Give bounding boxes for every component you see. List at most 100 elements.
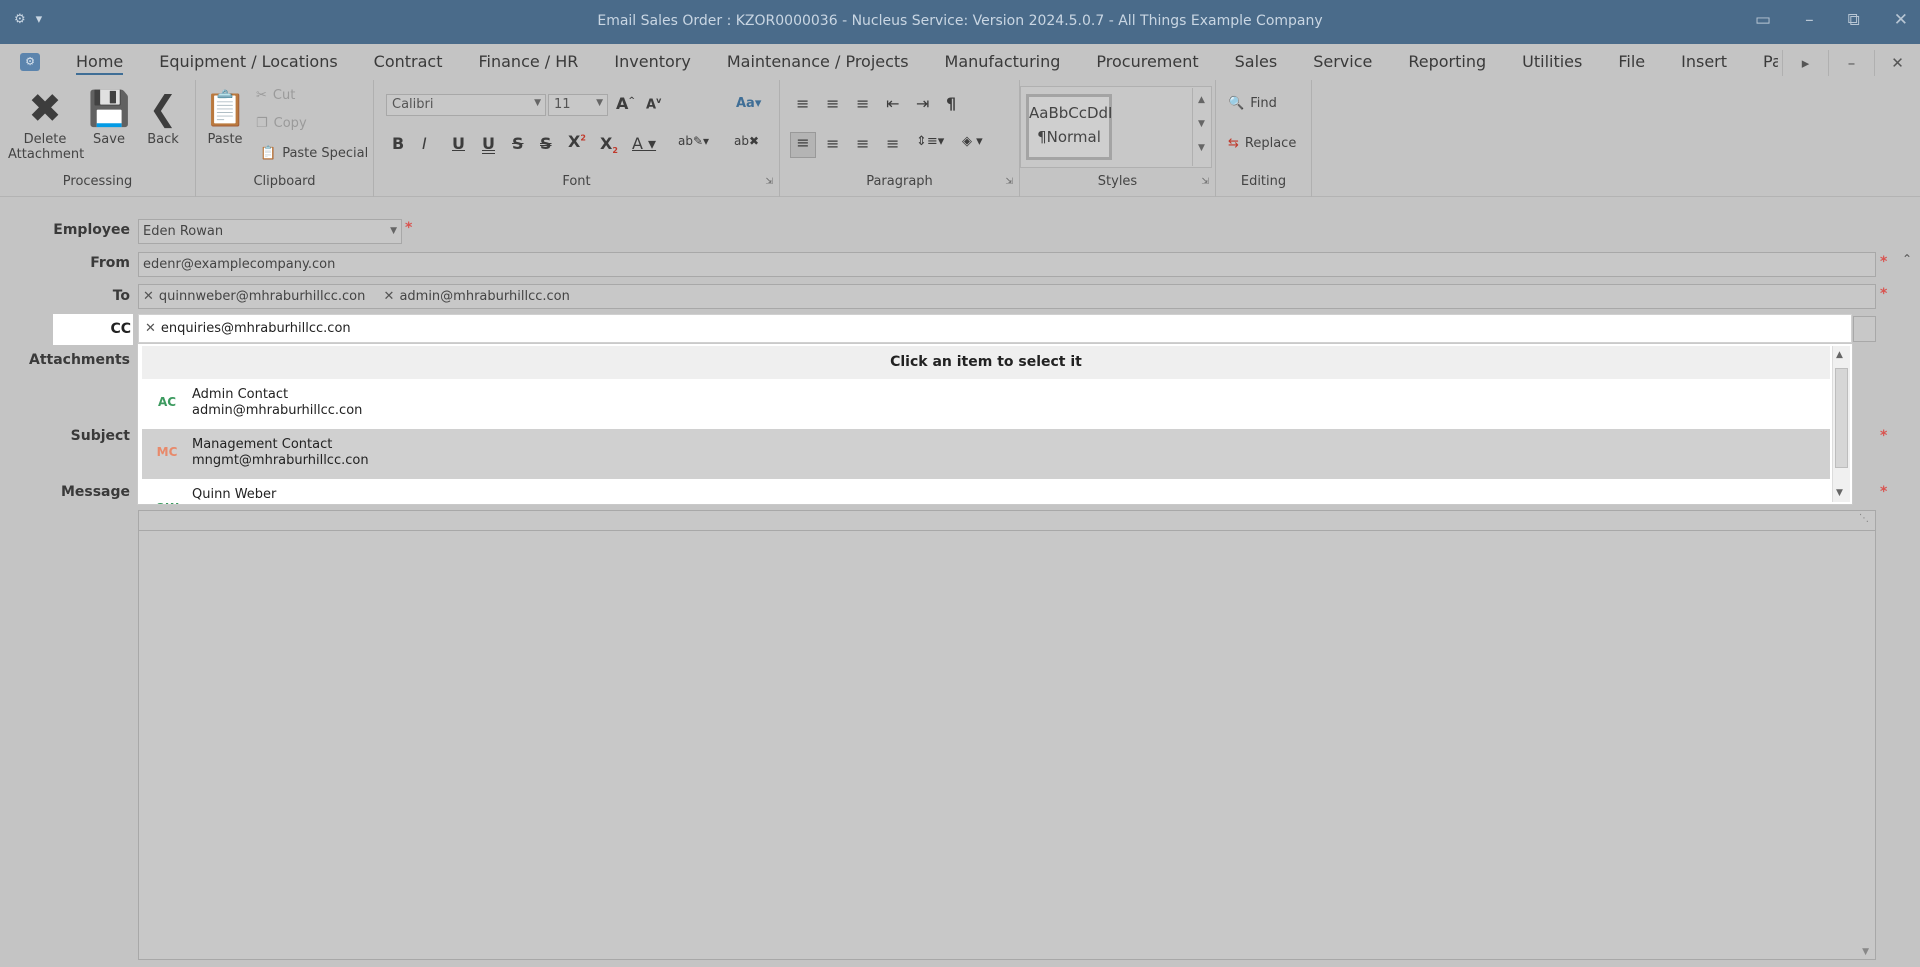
remove-icon[interactable]: ✕: [384, 289, 395, 304]
remove-icon[interactable]: ✕: [143, 289, 154, 304]
style-normal[interactable]: AaBbCcDdI ¶Normal: [1026, 94, 1112, 160]
find-button[interactable]: 🔍 Find: [1228, 96, 1277, 111]
back-label: Back: [147, 132, 179, 147]
cc-field[interactable]: ✕ enquiries@mhraburhillcc.con: [138, 314, 1852, 343]
align-left-icon[interactable]: ≡: [790, 132, 816, 158]
tab-home[interactable]: Home: [76, 52, 124, 75]
font-family-select[interactable]: Calibri ▼: [386, 94, 546, 116]
change-case-icon[interactable]: Aa▾: [736, 96, 761, 111]
scroll-down-icon[interactable]: ▼: [1836, 488, 1843, 498]
pilcrow-icon[interactable]: ¶: [946, 94, 956, 113]
paste-special-button[interactable]: 📋 Paste Special: [260, 146, 368, 161]
tab-insert[interactable]: Insert: [1681, 52, 1727, 75]
required-marker: *: [1880, 428, 1888, 444]
bullets-icon[interactable]: ≡: [796, 94, 809, 113]
cc-label: CC: [110, 321, 131, 337]
tab-maintenance-projects[interactable]: Maintenance / Projects: [727, 52, 909, 75]
to-label: To: [112, 288, 130, 304]
delete-attachment-button[interactable]: ✖ Delete Attachment: [8, 86, 84, 162]
tab-equipment-locations[interactable]: Equipment / Locations: [159, 52, 337, 75]
message-editor[interactable]: ⋱ ▼: [138, 510, 1876, 960]
align-center-icon[interactable]: ≡: [826, 134, 839, 153]
employee-select[interactable]: Eden Rowan ▼: [138, 219, 402, 244]
from-value: edenr@examplecompany.con: [143, 257, 336, 272]
scrollbar-thumb[interactable]: [1835, 368, 1848, 468]
tab-reporting[interactable]: Reporting: [1408, 52, 1486, 75]
recipient-token[interactable]: ✕ enquiries@mhraburhillcc.con: [145, 321, 351, 336]
group-paragraph: ≡ ≡ ≡ ⇤ ⇥ ¶ ≡ ≡ ≡ ≡ ⇕≡▾ ◈ ▾ ⇲ Paragraph: [780, 80, 1020, 197]
double-strikethrough-icon[interactable]: S: [540, 134, 552, 153]
collapse-ribbon-icon[interactable]: ⌃: [1902, 252, 1912, 266]
italic-icon[interactable]: I: [422, 134, 427, 153]
list-item[interactable]: AC Admin Contact admin@mhraburhillcc.con: [142, 379, 1830, 429]
cut-button[interactable]: ✂ Cut: [256, 88, 295, 103]
tab-page-layout[interactable]: Page Layout: [1763, 52, 1778, 75]
scroll-tabs-right-icon[interactable]: ▸: [1782, 50, 1828, 76]
strikethrough-icon[interactable]: S: [512, 134, 524, 153]
list-item[interactable]: QW Quinn Weber: [142, 479, 1830, 504]
font-color-icon[interactable]: A ▾: [632, 134, 656, 153]
clear-format-icon[interactable]: ab✖: [734, 134, 759, 148]
resize-grip-icon[interactable]: ⋱: [1859, 513, 1869, 524]
ribbon-close-button[interactable]: ✕: [1874, 50, 1920, 76]
remove-icon[interactable]: ✕: [145, 321, 156, 336]
double-underline-icon[interactable]: U: [482, 134, 495, 153]
app-menu-icon[interactable]: ⚙: [20, 53, 40, 71]
copy-button[interactable]: ❐ Copy: [256, 116, 307, 131]
chevron-down-icon: ▼: [534, 98, 541, 108]
tab-manufacturing[interactable]: Manufacturing: [945, 52, 1061, 75]
group-label-font: Font: [562, 174, 591, 189]
styles-scroll[interactable]: ▲ ▼ ▼: [1192, 88, 1210, 166]
recipient-token[interactable]: ✕ quinnweber@mhraburhillcc.con: [143, 289, 365, 304]
font-size-select[interactable]: 11 ▼: [548, 94, 608, 116]
scroll-up-icon[interactable]: ▲: [1836, 350, 1843, 360]
close-button[interactable]: ✕: [1894, 10, 1908, 30]
tab-procurement[interactable]: Procurement: [1096, 52, 1198, 75]
message-label: Message: [60, 484, 130, 500]
to-field[interactable]: ✕ quinnweber@mhraburhillcc.con ✕ admin@mhr…: [138, 284, 1876, 309]
recipient-token[interactable]: ✕ admin@mhraburhillcc.con: [384, 289, 570, 304]
required-marker: *: [405, 220, 413, 236]
highlight-icon[interactable]: ab✎▾: [678, 134, 709, 148]
maximize-button[interactable]: ⧉: [1848, 10, 1860, 30]
scroll-down-icon[interactable]: ▼: [1862, 947, 1869, 957]
save-button[interactable]: 💾 Save: [88, 86, 130, 147]
tab-contract[interactable]: Contract: [374, 52, 443, 75]
tab-utilities[interactable]: Utilities: [1522, 52, 1582, 75]
list-item[interactable]: MC Management Contact mngmt@mhraburhillc…: [142, 429, 1830, 479]
font-size-value: 11: [554, 97, 571, 112]
decrease-indent-icon[interactable]: ⇤: [886, 94, 899, 113]
replace-button[interactable]: ⇆ Replace: [1228, 136, 1296, 151]
superscript-icon[interactable]: X2: [568, 132, 586, 151]
multilevel-list-icon[interactable]: ≡: [856, 94, 869, 113]
dropdown-header: Click an item to select it: [142, 346, 1830, 379]
from-field[interactable]: edenr@examplecompany.con: [138, 252, 1876, 277]
shrink-font-icon[interactable]: Av: [646, 96, 661, 112]
shading-icon[interactable]: ◈ ▾: [962, 134, 983, 149]
paste-button[interactable]: 📋 Paste: [204, 86, 246, 147]
back-button[interactable]: ❮ Back: [142, 86, 184, 147]
title-bar: ⚙ ▾ Email Sales Order : KZOR0000036 - Nu…: [0, 0, 1920, 44]
minimize-button[interactable]: –: [1805, 10, 1814, 30]
restore-panel-icon[interactable]: ▭: [1755, 10, 1771, 30]
subject-label: Subject: [70, 428, 130, 444]
tab-sales[interactable]: Sales: [1235, 52, 1278, 75]
align-right-icon[interactable]: ≡: [856, 134, 869, 153]
increase-indent-icon[interactable]: ⇥: [916, 94, 929, 113]
grow-font-icon[interactable]: A^: [616, 94, 635, 113]
group-label-paragraph: Paragraph: [866, 174, 933, 189]
ribbon-minimize-button[interactable]: –: [1828, 50, 1874, 76]
editor-ruler: ⋱: [139, 511, 1875, 531]
tab-inventory[interactable]: Inventory: [614, 52, 690, 75]
tab-service[interactable]: Service: [1313, 52, 1372, 75]
tab-finance-hr[interactable]: Finance / HR: [479, 52, 579, 75]
tab-file[interactable]: File: [1618, 52, 1645, 75]
numbering-icon[interactable]: ≡: [826, 94, 839, 113]
contact-avatar: AC: [157, 395, 177, 409]
underline-icon[interactable]: U: [452, 134, 465, 153]
line-spacing-icon[interactable]: ⇕≡▾: [916, 134, 944, 149]
justify-icon[interactable]: ≡: [886, 134, 899, 153]
dropdown-scrollbar[interactable]: ▲ ▼: [1832, 346, 1850, 502]
subscript-icon[interactable]: X2: [600, 134, 618, 155]
bold-icon[interactable]: B: [392, 134, 404, 153]
